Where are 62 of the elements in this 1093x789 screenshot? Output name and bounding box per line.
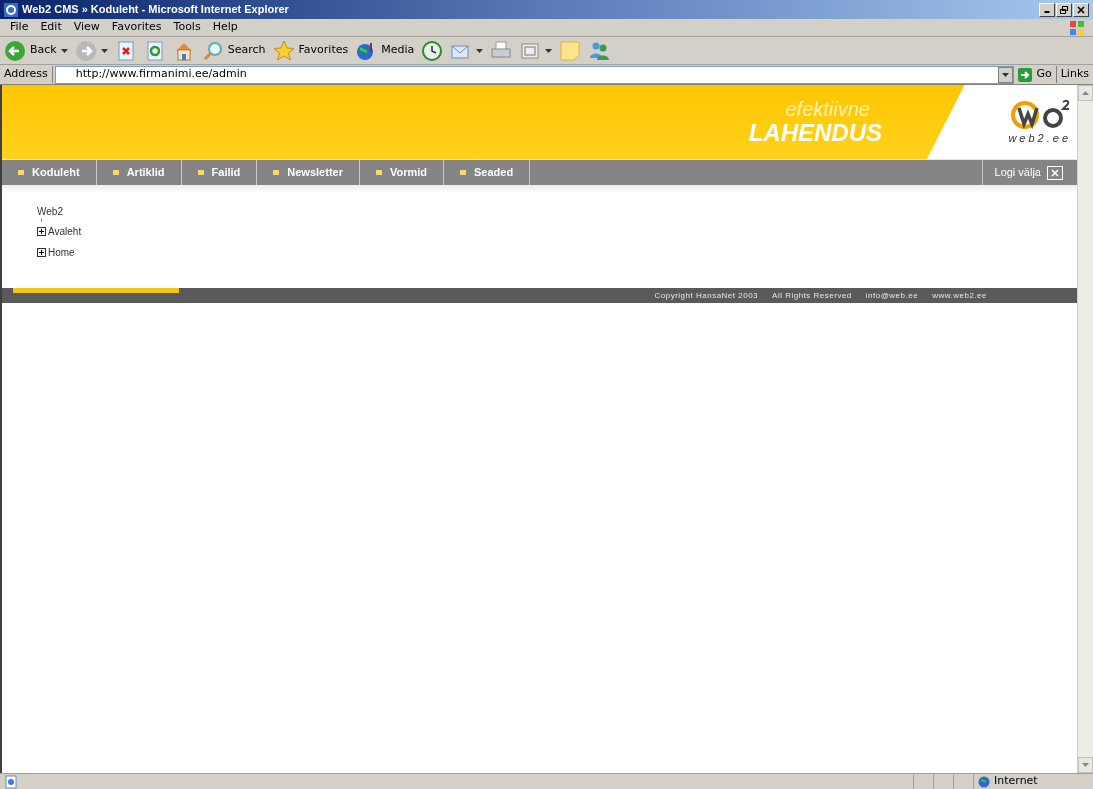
footer-text: www.web2.ee [932,289,987,302]
menu-item[interactable]: Help [206,19,244,36]
window-title: Web2 CMS » Koduleht - Microsoft Internet Explorer [22,2,289,18]
close-icon [1077,5,1085,14]
dropdown-caret-icon[interactable] [545,48,553,53]
dropdown-caret-icon[interactable] [476,48,484,53]
bullet-icon [273,170,280,175]
toolbar-button-label[interactable]: Media [381,42,415,59]
restore-icon [1060,5,1068,14]
bullet-icon [18,170,24,175]
menu-item[interactable]: View [67,19,106,36]
web2-logo-icon [1011,97,1071,130]
banner-heading: LAHENDUS [748,120,882,146]
restore-button[interactable] [1056,2,1072,17]
tree-root[interactable]: Web2 [37,204,1077,219]
menu-item[interactable]: Tools [167,19,207,36]
footer-text: info@web.ee [865,289,919,302]
close-button[interactable] [1073,2,1089,17]
menu-item[interactable]: Favorites [105,19,168,36]
links-button[interactable]: Links [1055,66,1093,83]
logo-caption: web2.ee [1008,130,1071,146]
tree-item[interactable]: Avaleht [48,224,82,239]
page-icon [4,774,18,789]
tree-toggle[interactable] [37,227,46,236]
globe-icon [978,775,990,788]
dropdown-caret-icon[interactable] [1002,72,1010,77]
dropdown-caret-icon[interactable] [100,48,108,53]
bullet-icon [197,170,204,175]
up-arrow-icon [1082,91,1089,95]
search-icon[interactable] [201,39,224,62]
banner-slogan: efektiivne [785,98,870,120]
scrollbar[interactable] [1077,85,1093,773]
go-button[interactable]: Go [1014,66,1056,83]
browser-logo-icon [4,2,18,17]
footer-text: All Rights Reserved [772,289,852,302]
down-arrow-icon [1082,763,1089,767]
scroll-down-button[interactable] [1078,757,1093,773]
address-url: http://www.firmanimi.ee/admin [75,66,247,83]
scroll-up-button[interactable] [1078,85,1093,101]
clock-icon[interactable] [421,39,444,62]
bullet-icon [112,170,119,175]
close-icon [1047,165,1063,180]
minimize-icon [1043,11,1051,13]
address-label: Address [0,66,53,83]
star-icon[interactable] [272,39,295,62]
toolbar-button-label[interactable]: Favorites [298,42,349,59]
security-zone: Internet [994,773,1038,789]
address-field[interactable]: http://www.firmanimi.ee/admin [54,65,1015,84]
menu-item[interactable]: File [4,19,35,36]
tree-item[interactable]: Home [48,245,75,260]
toolbar-button-label[interactable]: Back [30,42,57,59]
bullet-icon [460,170,467,175]
tree-toggle[interactable] [37,248,46,257]
toolbar-button-label[interactable]: Search [227,42,266,59]
go-arrow-icon [1018,67,1033,82]
footer-text: Copyright HansaNet 2003 [654,289,759,302]
address-dropdown-button[interactable] [998,66,1014,83]
dropdown-caret-icon[interactable] [60,48,68,53]
bullet-icon [375,170,382,175]
menu-item[interactable]: Edit [34,19,68,36]
windows-flag-icon [1069,19,1085,36]
minimize-button[interactable] [1039,2,1055,17]
